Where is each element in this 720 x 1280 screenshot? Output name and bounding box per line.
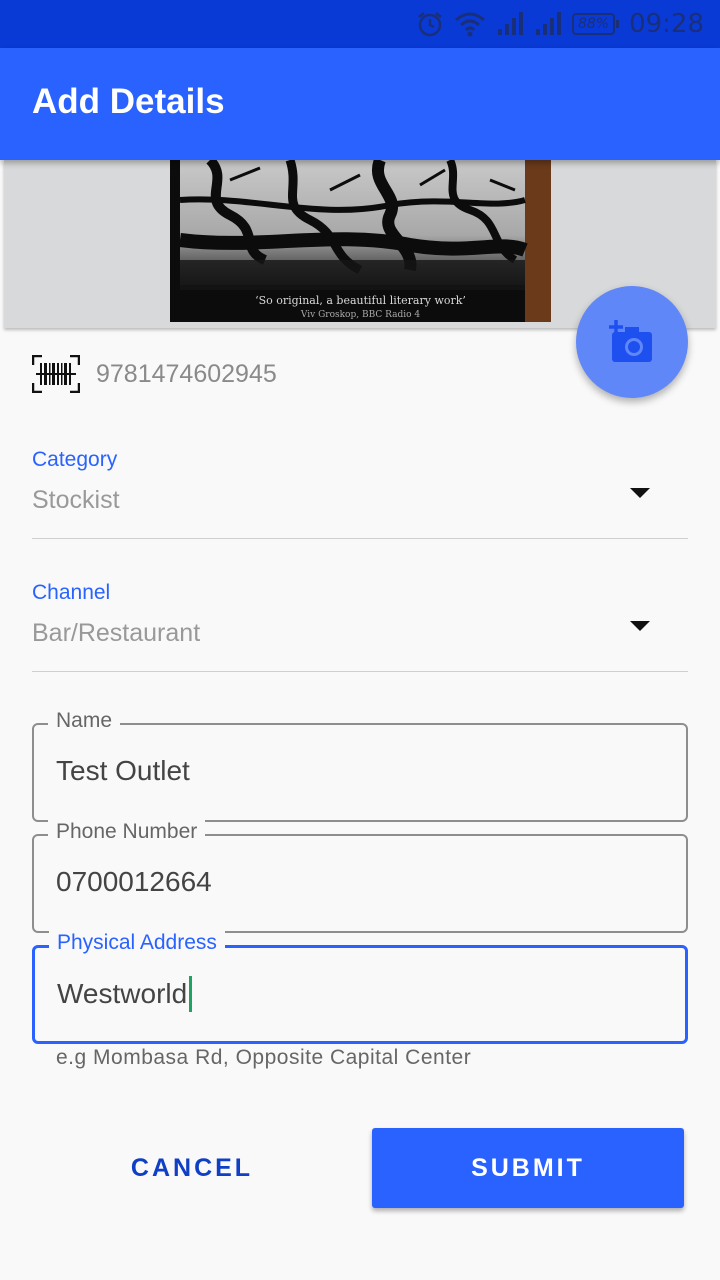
clock: 09:28 — [629, 9, 704, 39]
cancel-button[interactable]: CANCEL — [36, 1128, 348, 1208]
captured-photo[interactable]: ‘So original, a beautiful literary work’… — [170, 160, 551, 322]
dropdown-arrow-icon[interactable] — [630, 621, 650, 631]
status-icons: 88% 09:28 — [416, 8, 704, 40]
barcode-value: 9781474602945 — [96, 359, 277, 388]
add-photo-button[interactable] — [576, 286, 688, 398]
barcode-row: 9781474602945 — [32, 352, 277, 396]
dropdown-arrow-icon[interactable] — [630, 488, 650, 498]
photo-sub-caption: Viv Groskop, BBC Radio 4 — [300, 310, 421, 320]
battery-icon: 88% — [571, 13, 620, 35]
signal-icon — [535, 12, 561, 35]
signal-icon — [497, 12, 523, 35]
category-select[interactable]: Category Stockist — [32, 448, 688, 539]
submit-button[interactable]: SUBMIT — [372, 1128, 684, 1208]
page-title: Add Details — [32, 82, 225, 121]
wifi-icon — [454, 12, 485, 37]
phone-label: Phone Number — [48, 820, 206, 844]
address-field[interactable]: Physical Address Westworld — [32, 931, 688, 1044]
category-label: Category — [32, 448, 118, 471]
barcode-icon[interactable] — [32, 355, 80, 393]
channel-label: Channel — [32, 581, 111, 604]
add-photo-icon — [609, 320, 652, 362]
channel-select[interactable]: Channel Bar/Restaurant — [32, 581, 688, 672]
address-input[interactable]: Westworld — [57, 976, 193, 1012]
text-cursor — [189, 976, 193, 1012]
category-value: Stockist — [32, 486, 120, 514]
address-value: Westworld — [57, 978, 188, 1009]
phone-field[interactable]: Phone Number 0700012664 — [32, 820, 688, 933]
phone-value: 0700012664 — [56, 866, 212, 897]
alarm-icon — [418, 12, 442, 37]
name-value: Test Outlet — [56, 755, 190, 786]
address-helper-text: e.g Mombasa Rd, Opposite Capital Center — [56, 1046, 472, 1069]
name-label: Name — [48, 709, 121, 733]
status-bar: 88% 09:28 — [0, 0, 720, 48]
address-label: Physical Address — [49, 931, 225, 955]
photo-caption: ‘So original, a beautiful literary work’ — [255, 294, 466, 307]
battery-level: 88% — [571, 13, 616, 35]
channel-value: Bar/Restaurant — [32, 619, 201, 647]
name-field[interactable]: Name Test Outlet — [32, 709, 688, 822]
app-bar: Add Details — [0, 48, 720, 160]
